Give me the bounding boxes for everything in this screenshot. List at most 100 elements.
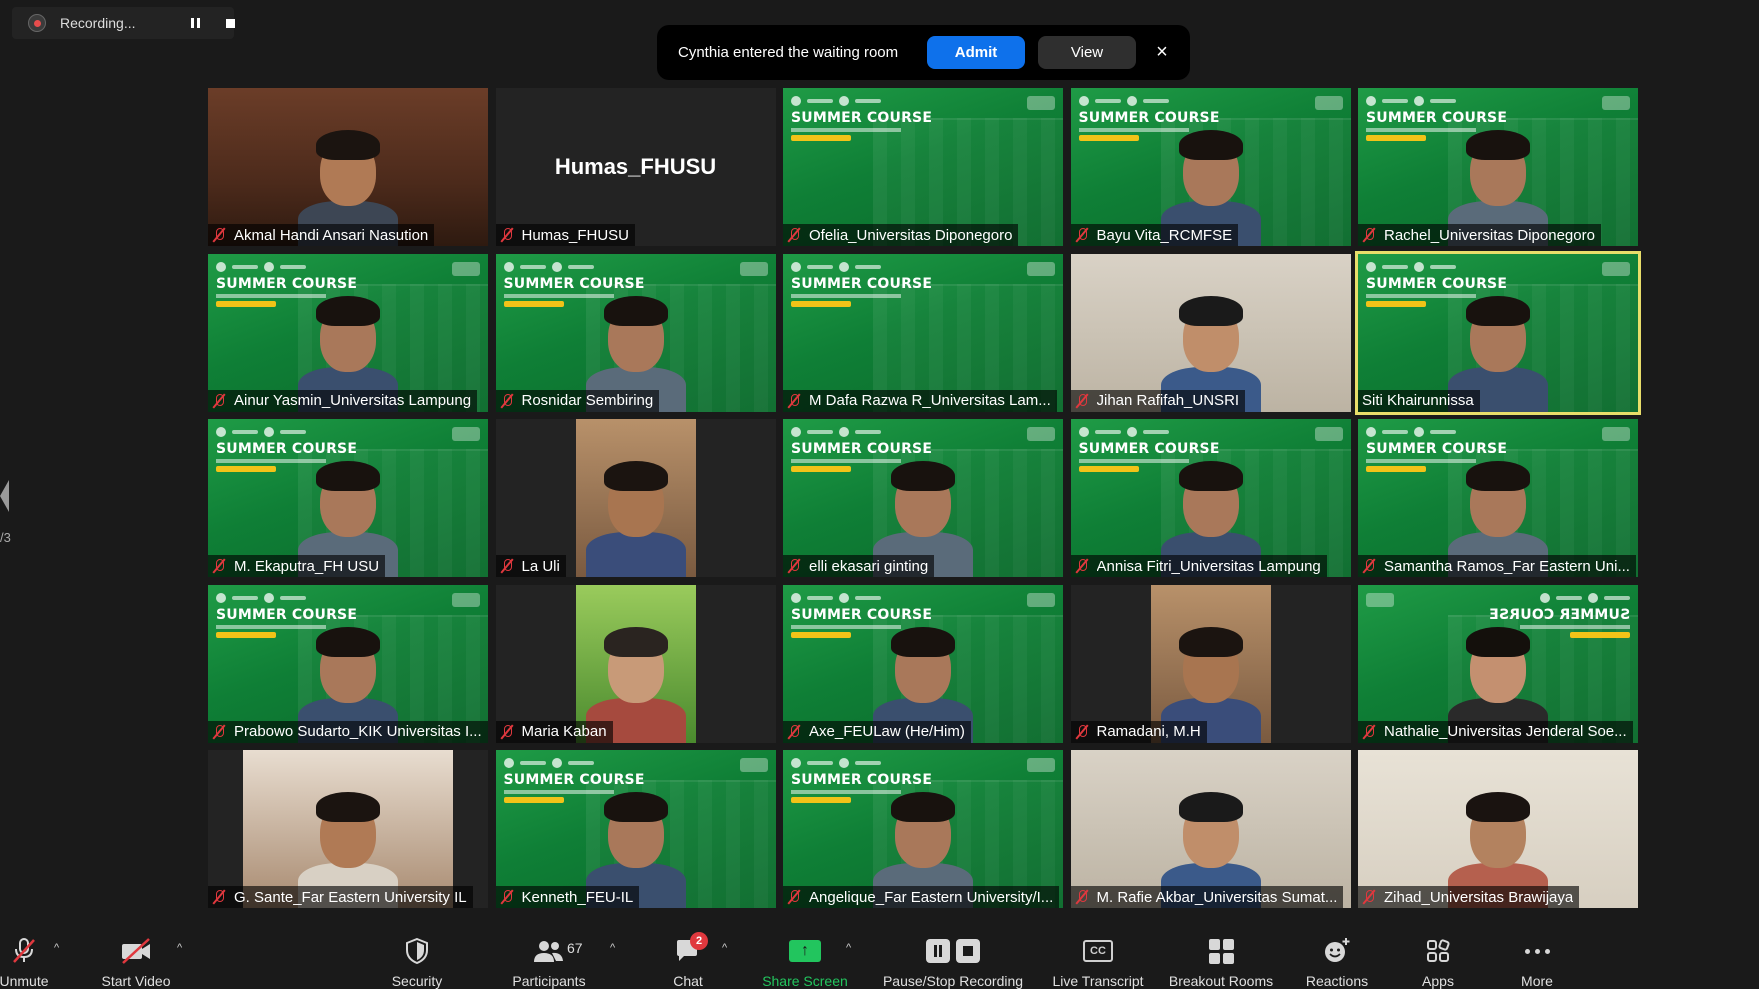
participant-tile[interactable]: Zihad_Universitas Brawijaya bbox=[1358, 750, 1638, 908]
participant-name: Samantha Ramos_Far Eastern Uni... bbox=[1384, 557, 1630, 575]
microphone-muted-icon bbox=[1075, 558, 1089, 574]
participant-tile[interactable]: SUMMER COURSE Rachel_Universitas Diponeg… bbox=[1358, 88, 1638, 246]
participant-tile[interactable]: Humas_FHUSU Humas_FHUSU bbox=[495, 88, 776, 246]
close-icon[interactable]: × bbox=[1150, 40, 1174, 64]
apps-label: Apps bbox=[1422, 973, 1454, 989]
microphone-muted-icon bbox=[1362, 558, 1376, 574]
stop-icon bbox=[225, 18, 235, 28]
participant-tile[interactable]: La Uli bbox=[495, 419, 776, 577]
participants-label: Participants bbox=[512, 973, 586, 989]
participant-tile[interactable]: SUMMER COURSE Axe_FEULaw (He/Him) bbox=[783, 584, 1063, 743]
waiting-room-message: Cynthia entered the waiting room bbox=[678, 44, 899, 61]
previous-page-arrow-icon[interactable] bbox=[0, 480, 9, 512]
participant-name: M. Rafie Akbar_Universitas Sumat... bbox=[1096, 888, 1338, 906]
participant-tile[interactable]: SUMMER COURSE Bayu Vita_RCMFSE bbox=[1070, 88, 1351, 246]
apps-icon bbox=[1418, 936, 1458, 966]
participant-tile[interactable]: SUMMER COURSE Ofelia_Universitas Diponeg… bbox=[783, 88, 1063, 246]
recording-icon bbox=[28, 14, 46, 32]
participant-name-label: Samantha Ramos_Far Eastern Uni... bbox=[1358, 555, 1636, 577]
closed-caption-icon: CC bbox=[1078, 936, 1118, 966]
microphone-muted-icon bbox=[212, 227, 226, 243]
participant-name: Prabowo Sudarto_KIK Universitas I... bbox=[234, 723, 482, 740]
participant-tile[interactable]: SUMMER COURSE Prabowo Sudarto_KIK Univer… bbox=[208, 584, 488, 743]
participant-tile[interactable]: SUMMER COURSE Nathalie_Universitas Jende… bbox=[1358, 584, 1638, 743]
participant-name: Ofelia_Universitas Diponegoro bbox=[809, 226, 1013, 244]
participant-name: Rosnidar Sembiring bbox=[521, 392, 654, 409]
participant-tile[interactable]: SUMMER COURSE Angelique_Far Eastern Univ… bbox=[783, 750, 1063, 908]
participant-tile[interactable]: SUMMER COURSE M. Ekaputra_FH USU bbox=[208, 419, 488, 577]
pause-recording-button[interactable] bbox=[183, 13, 207, 33]
participant-tile[interactable]: SUMMER COURSE Annisa Fitri_Universitas L… bbox=[1070, 419, 1351, 577]
participant-tile[interactable]: SUMMER COURSE Ainur Yasmin_Universitas L… bbox=[208, 253, 488, 412]
chat-options-caret-icon[interactable]: ^ bbox=[722, 942, 736, 956]
admit-button[interactable]: Admit bbox=[927, 36, 1025, 69]
participant-tile[interactable]: Ramadani, M.H bbox=[1070, 584, 1351, 743]
participant-tile[interactable]: Akmal Handi Ansari Nasution bbox=[208, 88, 488, 246]
participant-name: Siti Khairunnissa bbox=[1362, 392, 1474, 409]
breakout-rooms-icon bbox=[1201, 936, 1241, 966]
participant-tile[interactable]: SUMMER COURSE Kenneth_FEU-IL bbox=[495, 750, 776, 908]
microphone-muted-icon bbox=[212, 889, 226, 905]
video-options-caret-icon[interactable]: ^ bbox=[177, 942, 191, 956]
pause-stop-recording-button[interactable]: Pause/Stop Recording bbox=[876, 936, 1030, 989]
more-button[interactable]: More bbox=[1515, 936, 1559, 989]
participant-name: Humas_FHUSU bbox=[521, 226, 630, 244]
participant-name: elli ekasari ginting bbox=[809, 557, 929, 575]
meeting-toolbar: Unmute ^ Start Video ^ Security 67 Parti… bbox=[0, 930, 1759, 989]
participant-tile[interactable]: SUMMER COURSE Rosnidar Sembiring bbox=[495, 253, 776, 412]
microphone-muted-icon bbox=[787, 889, 801, 905]
unmute-label: Unmute bbox=[0, 973, 49, 989]
waiting-room-notification: Cynthia entered the waiting room Admit V… bbox=[657, 25, 1190, 80]
pause-icon bbox=[190, 18, 200, 28]
microphone-muted-icon bbox=[1075, 227, 1089, 243]
chat-button[interactable]: 2 Chat bbox=[667, 932, 709, 989]
live-transcript-button[interactable]: CC Live Transcript bbox=[1046, 936, 1150, 989]
participants-options-caret-icon[interactable]: ^ bbox=[610, 942, 624, 956]
participant-name: Jihan Rafifah_UNSRI bbox=[1096, 392, 1240, 409]
pause-stop-recording-label: Pause/Stop Recording bbox=[882, 973, 1024, 989]
participant-tile[interactable]: SUMMER COURSE M Dafa Razwa R_Universitas… bbox=[783, 253, 1063, 412]
participant-name-label: Ainur Yasmin_Universitas Lampung bbox=[208, 389, 478, 412]
participant-name: Angelique_Far Eastern University/I... bbox=[809, 888, 1054, 906]
participant-name: Ainur Yasmin_Universitas Lampung bbox=[234, 392, 472, 409]
participant-name: G. Sante_Far Eastern University IL bbox=[234, 888, 467, 906]
participant-tile[interactable]: Maria Kaban bbox=[495, 584, 776, 743]
view-button[interactable]: View bbox=[1038, 36, 1136, 69]
participant-tile[interactable]: SUMMER COURSE elli ekasari ginting bbox=[783, 419, 1063, 577]
smiley-plus-icon bbox=[1317, 936, 1357, 966]
audio-options-caret-icon[interactable]: ^ bbox=[54, 942, 68, 956]
participant-name-label: Angelique_Far Eastern University/I... bbox=[783, 886, 1060, 908]
microphone-muted-icon bbox=[500, 393, 514, 409]
participant-name-label: La Uli bbox=[495, 555, 566, 577]
participants-button[interactable]: 67 Participants bbox=[506, 936, 592, 989]
participant-tile[interactable]: M. Rafie Akbar_Universitas Sumat... bbox=[1070, 750, 1351, 908]
stop-recording-button[interactable] bbox=[218, 13, 242, 33]
reactions-button[interactable]: Reactions bbox=[1302, 936, 1372, 989]
unmute-button[interactable]: Unmute bbox=[0, 936, 54, 989]
start-video-button[interactable]: Start Video bbox=[96, 936, 176, 989]
breakout-rooms-button[interactable]: Breakout Rooms bbox=[1164, 936, 1278, 989]
participant-name: Nathalie_Universitas Jenderal Soe... bbox=[1384, 723, 1627, 740]
share-screen-button[interactable]: ↑ Share Screen bbox=[758, 936, 852, 989]
microphone-muted-icon bbox=[1075, 724, 1089, 740]
reactions-label: Reactions bbox=[1305, 973, 1369, 989]
participant-name-label: Siti Khairunnissa bbox=[1358, 389, 1480, 412]
participant-name-label: Prabowo Sudarto_KIK Universitas I... bbox=[208, 720, 488, 743]
microphone-muted-icon bbox=[787, 558, 801, 574]
participant-tile[interactable]: SUMMER COURSE Samantha Ramos_Far Eastern… bbox=[1358, 419, 1638, 577]
participant-tile[interactable]: G. Sante_Far Eastern University IL bbox=[208, 750, 488, 908]
participant-name: Axe_FEULaw (He/Him) bbox=[809, 723, 965, 740]
microphone-muted-icon bbox=[787, 393, 801, 409]
participant-tile[interactable]: SUMMER COURSE Siti Khairunnissa bbox=[1355, 250, 1641, 415]
participant-tile[interactable]: Jihan Rafifah_UNSRI bbox=[1070, 253, 1351, 412]
participant-name: M. Ekaputra_FH USU bbox=[234, 557, 380, 575]
participant-name: Annisa Fitri_Universitas Lampung bbox=[1096, 557, 1321, 575]
share-options-caret-icon[interactable]: ^ bbox=[846, 942, 860, 956]
microphone-muted-icon bbox=[500, 558, 514, 574]
apps-button[interactable]: Apps bbox=[1418, 936, 1458, 989]
more-dots-icon bbox=[1517, 936, 1557, 966]
participant-name: Maria Kaban bbox=[521, 723, 607, 740]
security-button[interactable]: Security bbox=[384, 936, 450, 989]
participant-name-label: Nathalie_Universitas Jenderal Soe... bbox=[1358, 720, 1633, 743]
share-screen-icon: ↑ bbox=[785, 936, 825, 966]
